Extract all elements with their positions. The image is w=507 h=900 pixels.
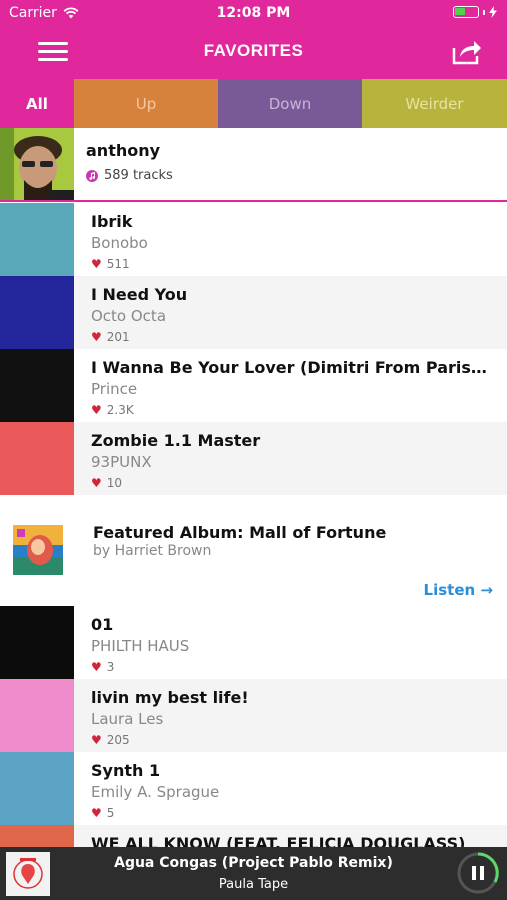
track-title: I Wanna Be Your Lover (Dimitri From Pari… [91,358,487,377]
share-icon[interactable] [451,38,483,66]
track-artwork [0,276,74,349]
heart-icon: ♥ [91,476,102,490]
heart-icon: ♥ [91,660,102,674]
now-playing-bar[interactable]: Agua Congas (Project Pablo Remix) Paula … [0,847,507,900]
track-artwork [0,752,74,825]
tab-down[interactable]: Down [218,79,362,128]
status-time: 12:08 PM [216,5,291,21]
likes-count: 3 [106,660,115,674]
profile-header[interactable]: anthony 589 tracks [0,128,507,202]
track-artist: Bonobo [91,234,148,252]
featured-album: Featured Album: Mall of Fortune by Harri… [0,495,507,605]
track-artist: Octo Octa [91,307,167,325]
charging-bolt-icon [489,6,497,18]
tab-up[interactable]: Up [74,79,218,128]
tab-all[interactable]: All [0,79,74,128]
featured-title: Featured Album: Mall of Fortune [93,523,387,542]
track-row[interactable]: Ibrik Bonobo ♥ 511 [0,203,507,276]
track-artist: Emily A. Sprague [91,783,220,801]
track-count: 589 tracks [86,168,173,183]
track-title: Synth 1 [91,761,161,780]
likes-count: 10 [106,476,123,490]
heart-icon: ♥ [91,330,102,344]
track-count-label: 589 tracks [104,168,173,183]
heart-icon: ♥ [91,806,102,820]
track-likes: ♥ 201 [91,330,130,344]
track-row[interactable]: livin my best life! Laura Les ♥ 205 [0,679,507,752]
likes-count: 201 [106,330,130,344]
track-row[interactable]: 01 PHILTH HAUS ♥ 3 [0,606,507,679]
likes-count: 5 [106,806,115,820]
battery-icon [453,6,479,18]
album-cover[interactable] [13,525,63,575]
filter-tabs: All Up Down Weirder [0,79,507,128]
heart-icon: ♥ [91,403,102,417]
track-artist: Prince [91,380,138,398]
track-artwork [0,349,74,422]
track-title: Zombie 1.1 Master [91,431,261,450]
track-title: Ibrik [91,212,133,231]
track-artwork [0,203,74,276]
battery-indicator [453,6,497,18]
tab-weirder[interactable]: Weirder [362,79,507,128]
nav-bar: FAVORITES [0,28,507,79]
track-likes: ♥ 10 [91,476,122,490]
likes-count: 205 [106,733,130,747]
track-likes: ♥ 5 [91,806,114,820]
now-playing-title: Agua Congas (Project Pablo Remix) [114,855,393,871]
now-playing-artist: Paula Tape [218,877,289,892]
top-bar: Carrier 12:08 PM FAVORITES [0,0,507,79]
track-likes: ♥ 205 [91,733,130,747]
music-note-icon [86,169,98,182]
track-artist: 93PUNX [91,453,152,471]
likes-count: 511 [106,257,130,271]
track-likes: ♥ 2.3K [91,403,134,417]
track-likes: ♥ 3 [91,660,114,674]
track-artwork [0,606,74,679]
track-artist: Laura Les [91,710,164,728]
track-title: livin my best life! [91,688,249,707]
page-title: FAVORITES [203,41,304,60]
track-artwork [0,679,74,752]
track-title: I Need You [91,285,188,304]
track-title: 01 [91,615,114,634]
track-artwork [0,422,74,495]
pause-icon[interactable] [455,850,501,896]
listen-link[interactable]: Listen → [424,581,493,599]
track-row[interactable]: I Wanna Be Your Lover (Dimitri From Pari… [0,349,507,422]
track-row[interactable]: Synth 1 Emily A. Sprague ♥ 5 [0,752,507,825]
track-artist: PHILTH HAUS [91,637,190,655]
featured-artist: by Harriet Brown [93,543,212,559]
heart-icon: ♥ [91,733,102,747]
status-bar: Carrier 12:08 PM [0,0,507,28]
likes-count: 2.3K [106,403,134,417]
avatar [0,128,74,200]
profile-name: anthony [86,141,161,160]
track-row[interactable]: Zombie 1.1 Master 93PUNX ♥ 10 [0,422,507,495]
heart-icon: ♥ [91,257,102,271]
track-row[interactable]: I Need You Octo Octa ♥ 201 [0,276,507,349]
track-likes: ♥ 511 [91,257,130,271]
